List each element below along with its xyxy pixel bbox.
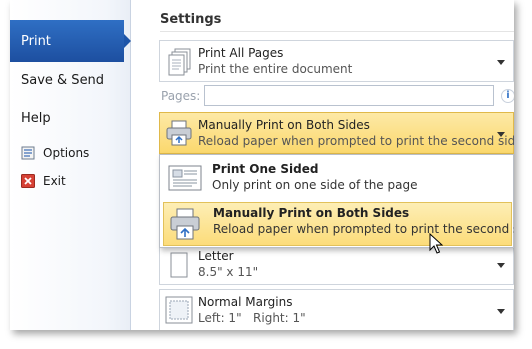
backstage-window: Print Save & Send Help Options Exit Sett… [10,0,514,330]
chevron-down-icon [497,60,505,65]
sidebar-item-label: Exit [43,174,66,188]
paper-size-dropdown[interactable]: Letter 8.5" x 11" [159,243,514,285]
menu-item-title: Manually Print on Both Sides [213,206,410,220]
duplex-dropdown[interactable]: Manually Print on Both Sides Reload pape… [159,112,514,154]
paper-size-title: Letter [198,249,234,263]
sidebar-item-options[interactable]: Options [21,146,89,160]
sidebar-item-exit[interactable]: Exit [21,174,66,188]
menu-item-title: Print One Sided [212,162,319,176]
settings-heading: Settings [160,12,222,27]
printer-icon [169,207,201,244]
chevron-down-icon [497,132,505,137]
options-icon [21,146,35,160]
margins-dropdown[interactable]: Normal Margins Left: 1" Right: 1" [159,289,514,330]
info-icon[interactable]: i [501,89,514,103]
settings-divider [160,31,514,32]
selected-arrow-icon [124,34,131,48]
menu-item-manual-duplex[interactable]: Manually Print on Both Sides Reload pape… [163,202,514,246]
sidebar-item-label: Print [21,34,51,49]
margins-icon [165,296,193,327]
printer-icon [165,119,193,150]
exit-icon [21,174,35,188]
margins-title: Normal Margins [198,295,293,309]
paper-size-subtitle: 8.5" x 11" [198,265,259,279]
duplex-title: Manually Print on Both Sides [198,118,370,132]
print-range-title: Print All Pages [198,46,284,60]
sidebar-item-print[interactable]: Print [10,20,131,62]
menu-item-subtitle: Only print on one side of the page [212,178,418,192]
duplex-subtitle: Reload paper when prompted to print the … [198,134,514,148]
paper-icon [170,252,188,281]
chevron-down-icon [497,309,505,314]
one-sided-icon [168,163,202,196]
menu-item-print-one-sided[interactable]: Print One Sided Only print on one side o… [160,157,513,201]
sidebar-item-label: Save & Send [21,73,105,88]
backstage-sidebar: Print Save & Send Help Options Exit [10,0,131,330]
print-settings-panel: Settings Print All Pages Print the entir… [132,0,514,330]
sidebar-item-help[interactable]: Help [21,111,51,126]
chevron-down-icon [497,263,505,268]
sidebar-item-label: Options [43,146,90,160]
print-range-subtitle: Print the entire document [198,62,353,76]
mouse-cursor-icon [429,232,444,258]
duplex-menu: Print One Sided Only print on one side o… [159,154,514,248]
margins-subtitle: Left: 1" Right: 1" [198,311,306,325]
print-range-dropdown[interactable]: Print All Pages Print the entire documen… [159,40,514,82]
pages-stack-icon [168,48,192,79]
menu-item-subtitle: Reload paper when prompted to print the … [213,222,514,236]
pages-label: Pages: [161,89,201,103]
sidebar-item-save-send[interactable]: Save & Send [21,73,104,88]
pages-input[interactable] [204,85,494,106]
sidebar-item-label: Help [21,111,51,126]
